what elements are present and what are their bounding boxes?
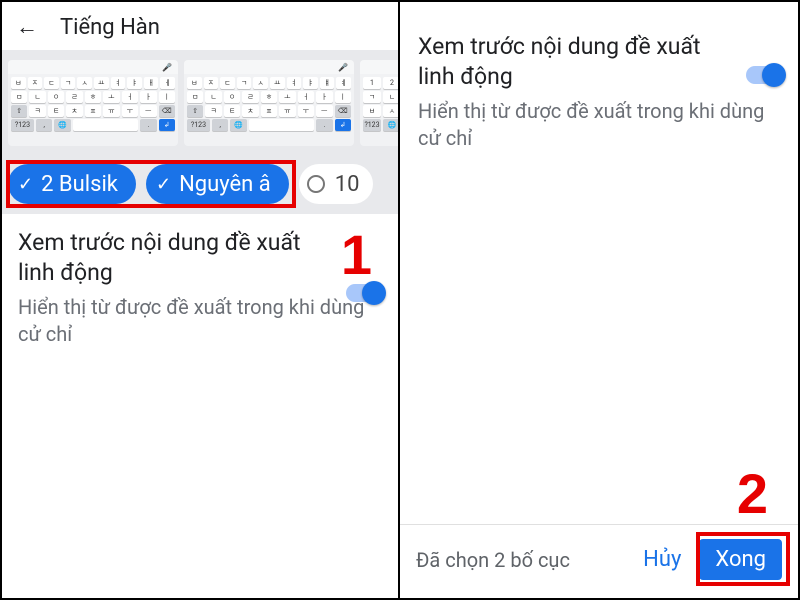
annotation-step-number: 2 — [737, 461, 768, 526]
check-icon: ✓ — [18, 174, 33, 195]
keyboard-layout-thumb[interactable]: 12 ㄱㄴ ㅂㅅ ?123🌐 — [360, 60, 398, 146]
pane-left: ← Tiếng Hàn 🎤 ㅂㅈㄷㄱㅅㅛㅕㅑㅐㅔ ㅁㄴㅇㄹㅎㅗㅓㅏㅣ ⇧ㅋㅌㅊㅍ… — [2, 2, 400, 598]
pane-right: Xem trước nội dung đề xuất linh động Hiể… — [400, 2, 798, 598]
layout-chip-selected[interactable]: ✓ 2 Bulsik — [8, 164, 136, 204]
back-icon[interactable]: ← — [16, 14, 38, 40]
numsym-key: ?123 — [11, 119, 34, 131]
chip-label: Nguyên â — [179, 172, 271, 197]
toggle-switch[interactable] — [746, 66, 784, 84]
check-icon: ✓ — [156, 174, 171, 195]
selection-status: Đã chọn 2 bố cục — [416, 547, 570, 573]
keyboard-preview-strip: 🎤 ㅂㅈㄷㄱㅅㅛㅕㅑㅐㅔ ㅁㄴㅇㄹㅎㅗㅓㅏㅣ ⇧ㅋㅌㅊㅍㅠㅜㅡ⌫ ?123,🌐.… — [2, 50, 398, 158]
layout-chip-row: ✓ 2 Bulsik ✓ Nguyên â 10 — [2, 158, 398, 214]
setting-subtitle: Hiển thị từ được đề xuất trong khi dùng … — [418, 98, 780, 152]
annotation-step-number: 1 — [341, 222, 372, 287]
setting-title: Xem trước nội dung đề xuất linh động — [418, 32, 780, 92]
setting-subtitle: Hiển thị từ được đề xuất trong khi dùng … — [18, 294, 382, 348]
mic-icon: 🎤 — [338, 63, 348, 72]
chip-label: 10 — [335, 172, 360, 197]
keyboard-layout-thumb[interactable]: 🎤 ㅂㅈㄷㄱㅅㅛㅕㅑㅒㅖ ㅁㄴㅇㄹㅎㅗㅓㅏㅣ ⇧ㅋㅌㅊㅍㅠㅜㅡ⌫ ?123,🌐.… — [184, 60, 354, 146]
radio-icon — [307, 175, 325, 193]
layout-chip-selected[interactable]: ✓ Nguyên â — [146, 164, 289, 204]
cancel-button[interactable]: Hủy — [643, 547, 681, 572]
mic-icon: 🎤 — [162, 63, 172, 72]
enter-key-icon: ↲ — [159, 119, 175, 131]
page-title: Tiếng Hàn — [60, 15, 160, 40]
setting-title: Xem trước nội dung đề xuất linh động — [18, 228, 382, 288]
setting-dynamic-suggestion-preview[interactable]: Xem trước nội dung đề xuất linh động Hiể… — [2, 214, 398, 354]
globe-icon: 🌐 — [54, 119, 70, 131]
keyboard-layout-thumb[interactable]: 🎤 ㅂㅈㄷㄱㅅㅛㅕㅑㅐㅔ ㅁㄴㅇㄹㅎㅗㅓㅏㅣ ⇧ㅋㅌㅊㅍㅠㅜㅡ⌫ ?123,🌐.… — [8, 60, 178, 146]
tutorial-frame: ← Tiếng Hàn 🎤 ㅂㅈㄷㄱㅅㅛㅕㅑㅐㅔ ㅁㄴㅇㄹㅎㅗㅓㅏㅣ ⇧ㅋㅌㅊㅍ… — [0, 0, 800, 600]
chip-label: 2 Bulsik — [41, 172, 118, 197]
setting-dynamic-suggestion-preview[interactable]: Xem trước nội dung đề xuất linh động Hiể… — [400, 2, 798, 158]
layout-chip-unselected[interactable]: 10 — [299, 164, 374, 204]
done-button[interactable]: Xong — [699, 539, 782, 580]
footer-bar: Đã chọn 2 bố cục Hủy Xong — [400, 524, 798, 598]
titlebar: ← Tiếng Hàn — [2, 2, 398, 50]
